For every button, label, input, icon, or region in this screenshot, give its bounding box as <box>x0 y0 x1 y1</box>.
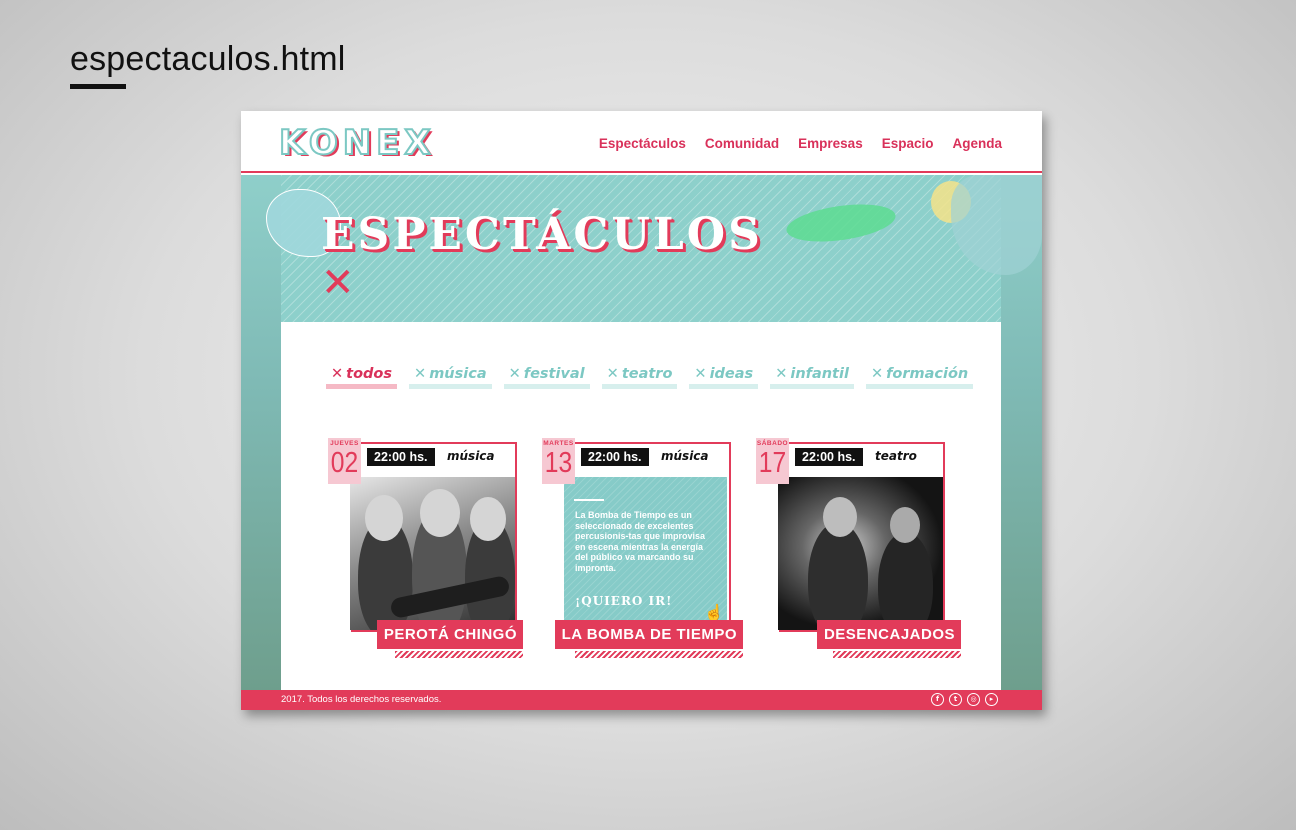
filter-formacion[interactable]: ✕ formación <box>865 366 974 389</box>
nav-item-espacio[interactable]: Espacio <box>882 136 934 151</box>
hero-title: ESPECTÁCULOS <box>321 209 763 260</box>
event-time: 22:00 hs. <box>581 448 649 466</box>
event-card[interactable]: JUEVES 02 22:00 hs. música PEROTÁ CHINGÓ <box>323 432 523 662</box>
event-card[interactable]: SÁBADO 17 22:00 hs. teatro DESENCAJADOS <box>751 432 961 662</box>
site-header: KONEX Espectáculos Comunidad Empresas Es… <box>241 111 1042 173</box>
social-links: f t ◎ ▸ <box>931 693 998 706</box>
page-heading: espectaculos.html <box>70 40 346 78</box>
event-photo <box>778 477 943 630</box>
nav-item-espectaculos[interactable]: Espectáculos <box>599 136 686 151</box>
close-icon: ✕ <box>321 260 355 306</box>
date-badge: SÁBADO 17 <box>756 438 789 484</box>
date-badge: MARTES 13 <box>542 438 575 484</box>
youtube-icon[interactable]: ▸ <box>985 693 998 706</box>
title-stripe <box>395 651 523 658</box>
site-footer: 2017. Todos los derechos reservados. f t… <box>241 690 1042 710</box>
events-section: ✕ todos ✕ música ✕ festival ✕ teatro ✕ ideas … <box>281 322 1001 690</box>
x-icon: ✕ <box>870 366 884 382</box>
x-icon: ✕ <box>606 366 619 382</box>
divider <box>574 499 604 501</box>
event-card[interactable]: La Bomba de Tiempo es un seleccionado de… <box>537 432 743 662</box>
filter-ideas[interactable]: ✕ ideas <box>689 366 759 389</box>
nav-item-empresas[interactable]: Empresas <box>798 136 863 151</box>
x-icon: ✕ <box>508 366 521 382</box>
filter-musica[interactable]: ✕ música <box>409 366 492 389</box>
title-stripe <box>833 651 961 658</box>
filter-infantil[interactable]: ✕ infantil <box>770 366 854 389</box>
main-nav: Espectáculos Comunidad Empresas Espacio … <box>599 136 1002 151</box>
filter-festival[interactable]: ✕ festival <box>503 366 590 389</box>
x-icon: ✕ <box>775 366 788 382</box>
event-genre: música <box>661 449 709 463</box>
instagram-icon[interactable]: ◎ <box>967 693 980 706</box>
x-icon: ✕ <box>414 366 427 382</box>
copyright-text: 2017. Todos los derechos reservados. <box>281 694 442 705</box>
event-time: 22:00 hs. <box>795 448 863 466</box>
event-info-panel: La Bomba de Tiempo es un seleccionado de… <box>564 477 727 634</box>
event-genre: música <box>447 449 495 463</box>
logo[interactable]: KONEX <box>278 122 436 164</box>
x-icon: ✕ <box>694 366 707 382</box>
nav-item-agenda[interactable]: Agenda <box>952 136 1002 151</box>
event-photo <box>350 477 515 630</box>
heading-underline <box>70 84 126 89</box>
event-time: 22:00 hs. <box>367 448 435 466</box>
facebook-icon[interactable]: f <box>931 693 944 706</box>
event-description: La Bomba de Tiempo es un seleccionado de… <box>575 510 706 573</box>
filter-teatro[interactable]: ✕ teatro <box>601 366 678 389</box>
event-genre: teatro <box>875 449 917 463</box>
x-icon: ✕ <box>331 366 344 382</box>
filter-todos[interactable]: ✕ todos <box>326 366 398 389</box>
filter-tabs: ✕ todos ✕ música ✕ festival ✕ teatro ✕ ideas … <box>326 366 974 389</box>
title-stripe <box>575 651 743 658</box>
date-badge: JUEVES 02 <box>328 438 361 484</box>
nav-item-comunidad[interactable]: Comunidad <box>705 136 779 151</box>
event-title[interactable]: LA BOMBA DE TIEMPO <box>554 620 743 649</box>
twitter-icon[interactable]: t <box>949 693 962 706</box>
event-title[interactable]: DESENCAJADOS <box>816 620 961 649</box>
quiero-ir-button[interactable]: ¡QUIERO IR! <box>575 594 672 608</box>
website-mockup: KONEX Espectáculos Comunidad Empresas Es… <box>241 111 1042 710</box>
event-title[interactable]: PEROTÁ CHINGÓ <box>376 620 523 649</box>
